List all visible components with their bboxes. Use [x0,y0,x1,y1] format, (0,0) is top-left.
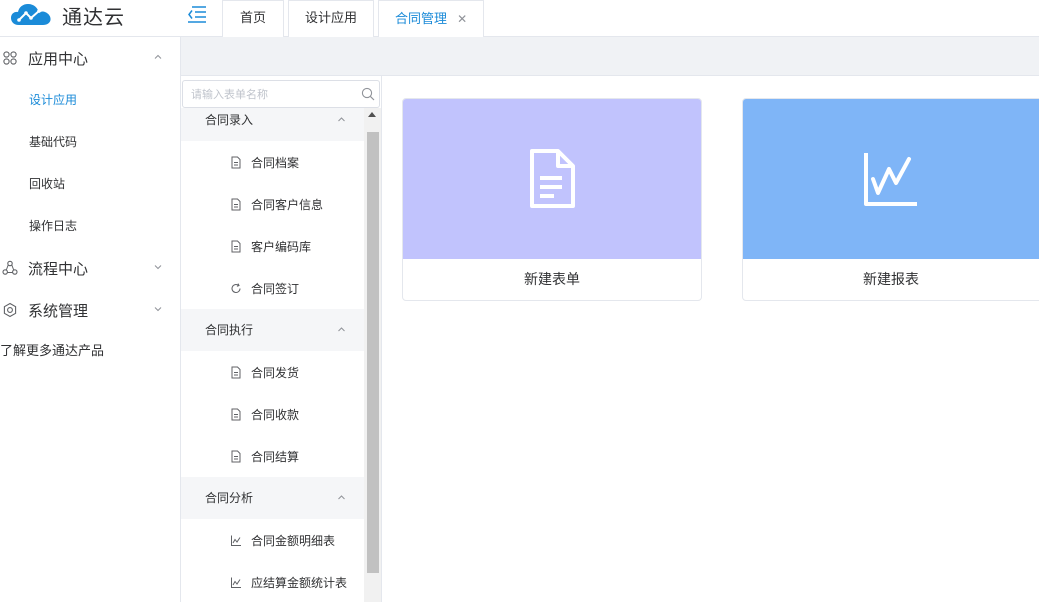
new-report-card[interactable]: 新建报表 [742,98,1039,301]
tree-item-contract-settlement[interactable]: 合同结算 [181,435,364,477]
sidebar-group-app-center[interactable]: 应用中心 [0,37,180,79]
tree-item-label: 合同签订 [251,281,300,296]
more-products-link[interactable]: 了解更多通达产品 [0,331,180,373]
chart-icon [231,535,241,546]
tree-item-settlement-amount-stats[interactable]: 应结算金额统计表 [181,561,364,602]
content-header-strip [181,37,1039,76]
document-icon [231,366,241,378]
sidebar-group-workflow-center[interactable]: 流程中心 [0,247,180,289]
close-icon[interactable]: ✕ [457,12,467,26]
chart-icon [231,577,241,588]
tree-list: 合同录入 合同档案 合同客户信息 客户编码库 合同签订 合同执行 合同发货 合同… [181,108,364,602]
app-logo[interactable]: 通达云 [10,0,125,30]
tree-item-label: 合同金额明细表 [251,533,336,548]
tab-label: 首页 [239,11,266,26]
scrollbar-thumb[interactable] [367,132,379,573]
tree-group-label: 合同分析 [205,491,254,505]
tree-item-contract-amount-detail[interactable]: 合同金额明细表 [181,519,364,561]
new-report-card-banner [743,99,1039,259]
form-tree-panel: 合同录入 合同档案 合同客户信息 客户编码库 合同签订 合同执行 [181,76,382,602]
chevron-up-icon [338,495,345,500]
search-input[interactable] [183,81,355,107]
line-chart-icon [864,153,917,206]
chevron-up-icon [154,54,162,59]
document-icon [231,240,241,252]
sidebar-group-label: 应用中心 [28,49,89,68]
search-icon[interactable] [361,87,375,101]
new-form-card[interactable]: 新建表单 [402,98,702,301]
tree-group-contract-entry[interactable]: 合同录入 [181,108,364,141]
tree-group-contract-analysis[interactable]: 合同分析 [181,477,364,519]
search-box [182,80,380,108]
document-icon [231,156,241,168]
tree-item-contract-customer-info[interactable]: 合同客户信息 [181,183,364,225]
tab-design-app[interactable]: 设计应用 [288,0,375,37]
tree-item-label: 合同发货 [251,365,300,380]
sidebar-item-design-app[interactable]: 设计应用 [0,79,180,121]
tree-group-label: 合同执行 [205,323,254,337]
chevron-down-icon [154,307,162,312]
tree-item-contract-signing[interactable]: 合同签订 [181,267,364,309]
sidebar-group-label: 流程中心 [28,259,89,278]
menu-collapse-icon[interactable] [186,4,208,24]
cloud-logo-icon [11,4,51,25]
tree-group-label: 合同录入 [205,113,254,127]
app-grid-icon [3,51,17,65]
sidebar-item-basic-code[interactable]: 基础代码 [0,121,180,163]
refresh-icon [231,282,241,293]
tree-item-label: 合同客户信息 [251,197,324,212]
settings-icon [3,302,17,318]
top-header: 通达云 首页 设计应用 合同管理 ✕ [0,0,1039,38]
tree-item-contract-delivery[interactable]: 合同发货 [181,351,364,393]
sidebar: 应用中心 设计应用 基础代码 回收站 操作日志 流程中心 系统管理 了解更多通达… [0,37,181,602]
chevron-up-icon [338,117,345,122]
tree-item-label: 合同收款 [251,407,300,422]
tree-item-label: 应结算金额统计表 [251,575,348,590]
sidebar-item-recycle-bin[interactable]: 回收站 [0,163,180,205]
sidebar-item-operation-log[interactable]: 操作日志 [0,205,180,247]
document-icon [231,450,241,462]
tree-item-label: 合同结算 [251,449,300,464]
tree-item-label: 合同档案 [251,155,300,170]
sidebar-group-label: 系统管理 [28,301,89,320]
new-form-card-banner [403,99,701,259]
tree-item-label: 客户编码库 [251,239,312,254]
tree-item-customer-code-library[interactable]: 客户编码库 [181,225,364,267]
chevron-up-icon [338,327,345,332]
document-icon [231,198,241,210]
scroll-up-arrow-icon[interactable] [368,112,376,117]
chevron-down-icon [154,265,162,270]
tree-scrollbar[interactable] [364,108,381,602]
document-icon [231,408,241,420]
tab-label: 合同管理 [395,12,448,27]
sidebar-group-system-management[interactable]: 系统管理 [0,289,180,331]
workflow-icon [2,260,18,275]
tree-item-contract-collection[interactable]: 合同收款 [181,393,364,435]
tab-contract-management[interactable]: 合同管理 ✕ [378,0,485,38]
app-name: 通达云 [62,4,125,29]
tab-bar: 首页 设计应用 合同管理 ✕ [222,0,488,38]
new-report-label: 新建报表 [863,272,919,288]
document-icon [530,149,575,208]
tab-label: 设计应用 [305,11,358,26]
tree-item-contract-archive[interactable]: 合同档案 [181,141,364,183]
new-form-label: 新建表单 [524,272,580,288]
tree-group-contract-execution[interactable]: 合同执行 [181,309,364,351]
tab-home[interactable]: 首页 [222,0,284,37]
